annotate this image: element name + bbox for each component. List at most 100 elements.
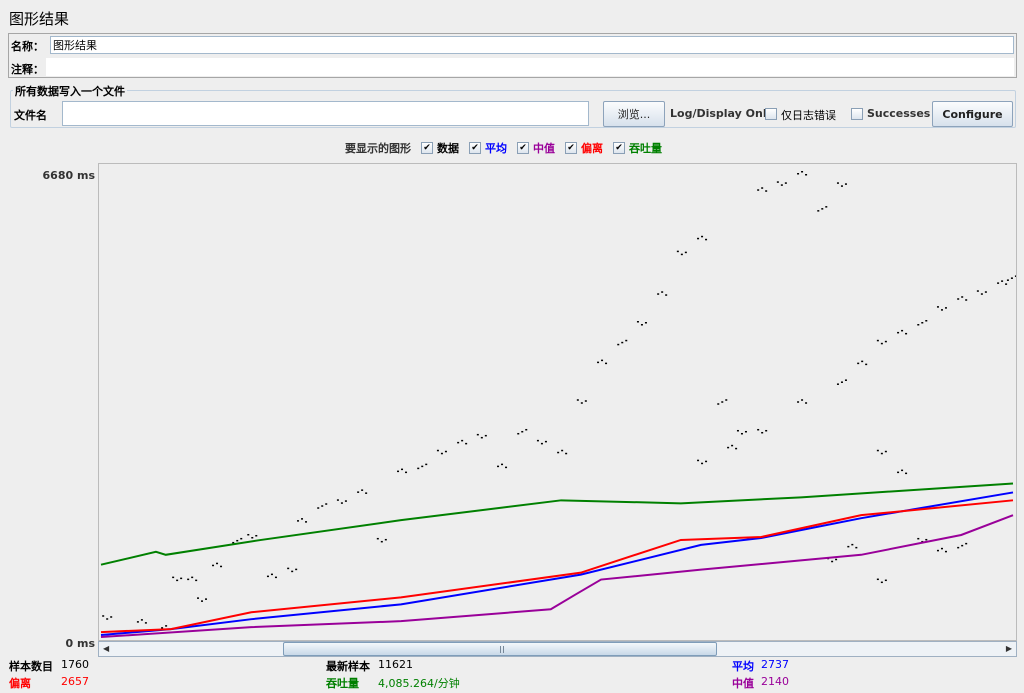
graph-toggle-data[interactable]: ✔ 数据	[421, 140, 459, 156]
graph-toggle-label: 吞吐量	[629, 142, 662, 155]
latest-sample-value: 11621	[378, 658, 413, 671]
data-point	[740, 432, 743, 435]
data-point	[844, 183, 847, 185]
data-point	[361, 489, 364, 491]
samples-value: 1760	[61, 658, 89, 671]
data-point	[247, 533, 250, 536]
data-point	[297, 520, 300, 522]
successes-label: Successes	[867, 107, 931, 120]
data-point	[505, 466, 508, 469]
data-point	[936, 306, 939, 308]
data-point	[384, 538, 387, 541]
comments-label: 注释：	[11, 63, 44, 76]
data-point	[301, 518, 304, 520]
page-title: 图形结果	[9, 10, 70, 28]
data-point	[421, 465, 424, 468]
median-label: 中值	[732, 677, 754, 690]
data-point	[680, 253, 683, 256]
graphs-to-display: 要显示的图形 ✔ 数据 ✔ 平均 ✔ 中值 ✔ 偏离 ✔ 吞吐量	[345, 140, 662, 156]
graph-toggle-label: 中值	[533, 142, 555, 155]
y-axis-max-label: 6680 ms	[42, 169, 95, 182]
comments-input[interactable]	[46, 58, 1014, 76]
filename-input[interactable]	[62, 101, 589, 126]
checkbox-icon[interactable]: ✔	[421, 142, 433, 154]
data-point	[240, 537, 243, 540]
filename-label: 文件名	[14, 109, 47, 122]
graph-toggle-label: 偏离	[581, 142, 603, 155]
data-point	[857, 362, 860, 365]
data-point	[840, 185, 843, 187]
graph-toggle-throughput[interactable]: ✔ 吞吐量	[613, 140, 662, 156]
data-point	[925, 320, 928, 322]
browse-button[interactable]: 浏览...	[603, 101, 665, 127]
data-point	[897, 471, 900, 474]
data-point	[876, 449, 879, 452]
graphs-label: 要显示的图形	[345, 142, 411, 155]
data-point	[925, 538, 928, 541]
data-point	[944, 307, 947, 309]
data-point	[325, 503, 328, 505]
data-point	[461, 439, 464, 442]
data-point	[784, 182, 787, 184]
data-point	[676, 250, 679, 253]
data-point	[201, 600, 204, 602]
data-point	[197, 597, 200, 599]
data-point	[705, 238, 708, 241]
data-point	[365, 492, 368, 494]
samples-label: 样本数目	[9, 660, 53, 673]
name-input[interactable]	[50, 36, 1014, 54]
data-point	[640, 324, 643, 326]
data-point	[161, 627, 164, 629]
data-point	[761, 187, 764, 189]
scroll-right-icon[interactable]: ▶	[1006, 644, 1012, 653]
graph-toggle-deviation[interactable]: ✔ 偏离	[565, 140, 603, 156]
data-point	[557, 451, 560, 454]
data-point	[165, 625, 168, 627]
data-point	[701, 235, 704, 238]
data-point	[697, 237, 700, 240]
data-point	[321, 505, 324, 507]
data-point	[840, 381, 843, 383]
data-point	[731, 444, 734, 447]
checkbox-icon[interactable]: ✔	[517, 142, 529, 154]
data-point	[357, 491, 360, 493]
graph-toggle-average[interactable]: ✔ 平均	[469, 140, 507, 156]
data-point	[861, 360, 864, 363]
successes-checkbox[interactable]	[851, 108, 863, 120]
data-point	[187, 578, 190, 581]
data-point	[836, 383, 839, 385]
data-point	[305, 521, 308, 523]
configure-button[interactable]: Configure	[932, 101, 1013, 127]
data-point	[140, 619, 143, 621]
data-point	[697, 459, 700, 462]
scrollbar-thumb[interactable]	[282, 642, 718, 656]
data-point	[936, 549, 939, 552]
average-value: 2737	[761, 658, 789, 671]
data-point	[905, 332, 908, 335]
data-point	[601, 359, 604, 362]
data-point	[797, 173, 800, 175]
data-point	[880, 452, 883, 455]
scroll-left-icon[interactable]: ◀	[103, 644, 109, 653]
data-point	[191, 576, 194, 579]
data-point	[376, 537, 379, 540]
data-point	[521, 430, 524, 433]
data-point	[831, 560, 834, 563]
checkbox-icon[interactable]: ✔	[613, 142, 625, 154]
checkbox-icon[interactable]: ✔	[469, 142, 481, 154]
data-point	[344, 500, 347, 502]
data-point	[540, 442, 543, 445]
checkbox-icon[interactable]: ✔	[565, 142, 577, 154]
errors-only-checkbox[interactable]	[765, 108, 777, 120]
data-point	[136, 621, 139, 623]
data-point	[801, 399, 804, 401]
data-point	[727, 446, 730, 449]
horizontal-scrollbar[interactable]: ◀ ▶	[98, 641, 1017, 657]
data-point	[980, 293, 983, 295]
data-point	[266, 575, 269, 578]
data-point	[605, 362, 608, 365]
data-point	[765, 429, 768, 432]
data-point	[484, 434, 487, 437]
graph-toggle-median[interactable]: ✔ 中值	[517, 140, 555, 156]
data-point	[317, 507, 320, 509]
